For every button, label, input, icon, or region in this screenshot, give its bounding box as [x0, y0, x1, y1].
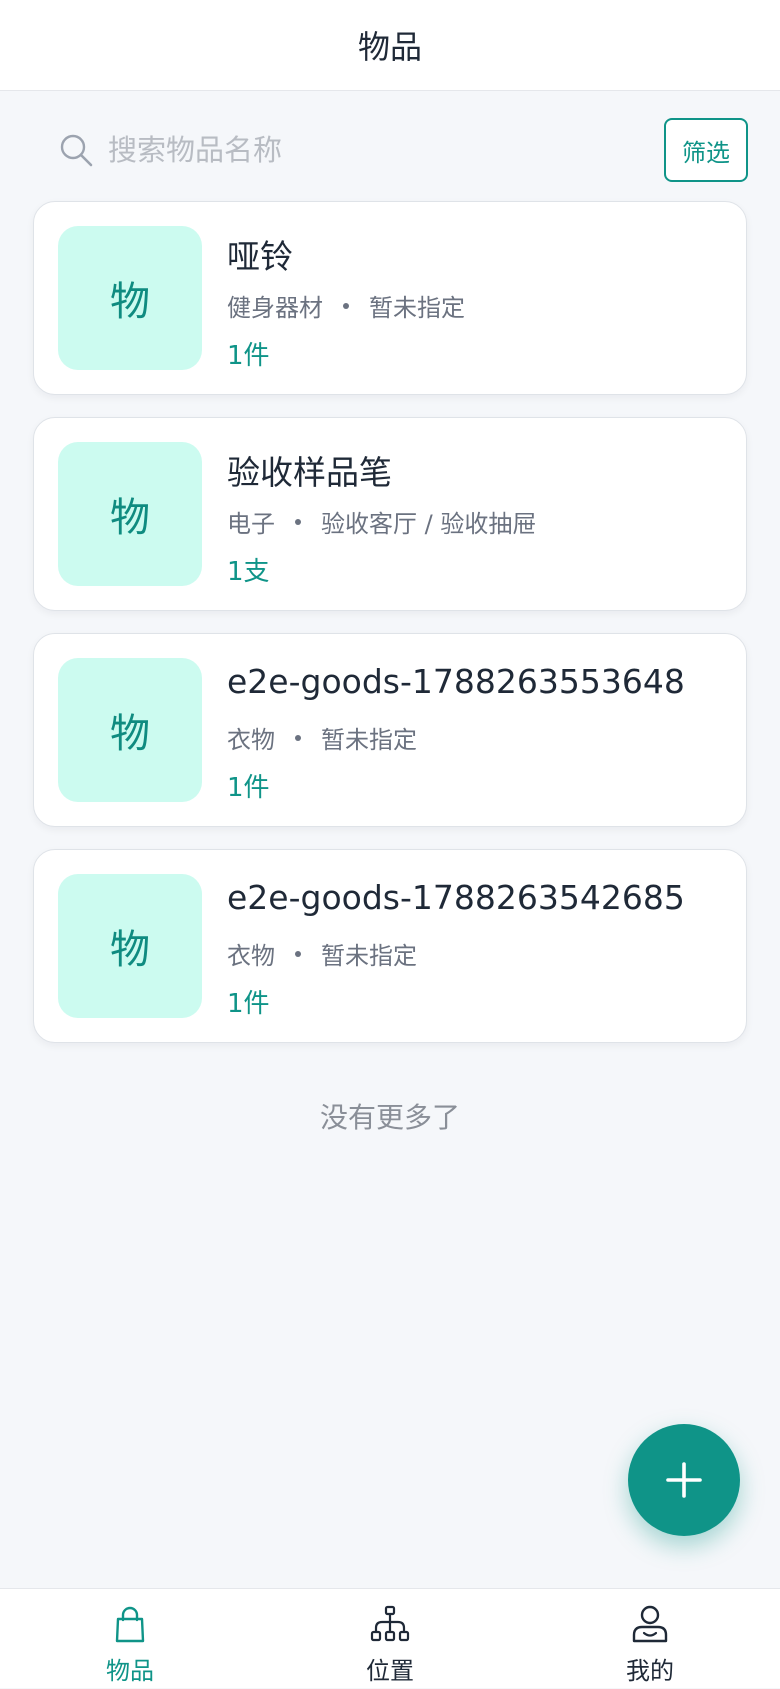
item-category: 衣物	[227, 726, 275, 754]
item-thumbnail: 物	[58, 226, 202, 370]
item-name: 哑铃	[227, 237, 293, 276]
item-list: 物 哑铃 健身器材 暂未指定 1件 物 验收样品笔 电子 验收客厅 / 验收抽屉…	[33, 201, 747, 1065]
page-title: 物品	[357, 28, 422, 66]
tab-label: 我的	[626, 1657, 674, 1685]
filter-button[interactable]: 筛选	[664, 118, 748, 182]
item-category: 电子	[227, 510, 275, 538]
list-end-text: 没有更多了	[319, 1101, 460, 1134]
hierarchy-icon	[370, 1605, 410, 1642]
item-category: 衣物	[227, 942, 275, 970]
plus-icon	[666, 1462, 702, 1498]
separator-dot	[343, 302, 349, 309]
item-quantity: 1件	[227, 989, 270, 1019]
item-thumbnail: 物	[58, 442, 202, 586]
item-thumbnail: 物	[58, 658, 202, 802]
item-location: 验收客厅 / 验收抽屉	[321, 510, 537, 538]
item-meta: 衣物 暂未指定	[227, 936, 417, 971]
item-thumbnail: 物	[58, 874, 202, 1018]
add-item-button[interactable]	[628, 1424, 740, 1536]
list-item[interactable]: 物 验收样品笔 电子 验收客厅 / 验收抽屉 1支	[33, 417, 747, 611]
item-name: 验收样品笔	[227, 453, 392, 492]
item-location: 暂未指定	[321, 726, 417, 754]
tab-profile[interactable]: 我的	[520, 1589, 780, 1689]
search-box[interactable]	[32, 118, 652, 182]
search-row: 筛选	[32, 118, 748, 182]
item-location: 暂未指定	[321, 942, 417, 970]
list-item[interactable]: 物 e2e-goods-1788263542685 衣物 暂未指定 1件	[33, 849, 747, 1043]
item-meta: 健身器材 暂未指定	[227, 288, 465, 323]
separator-dot	[295, 950, 301, 957]
item-category: 健身器材	[227, 294, 323, 322]
separator-dot	[295, 734, 301, 741]
list-item[interactable]: 物 哑铃 健身器材 暂未指定 1件	[33, 201, 747, 395]
list-item[interactable]: 物 e2e-goods-1788263553648 衣物 暂未指定 1件	[33, 633, 747, 827]
shopping-bag-icon	[115, 1606, 145, 1643]
item-name: e2e-goods-1788263553648	[227, 662, 685, 701]
tab-label: 物品	[106, 1657, 154, 1685]
search-input[interactable]	[108, 133, 628, 167]
item-quantity: 1件	[227, 341, 270, 371]
item-meta: 衣物 暂未指定	[227, 720, 417, 755]
tab-label: 位置	[366, 1657, 414, 1685]
item-name: e2e-goods-1788263542685	[227, 878, 685, 917]
item-quantity: 1件	[227, 773, 270, 803]
item-location: 暂未指定	[369, 294, 465, 322]
item-meta: 电子 验收客厅 / 验收抽屉	[227, 504, 536, 539]
item-quantity: 1支	[227, 557, 270, 587]
search-icon	[60, 134, 93, 167]
app-header: 物品	[0, 0, 780, 91]
tab-items[interactable]: 物品	[0, 1589, 260, 1689]
separator-dot	[295, 518, 301, 525]
bottom-tab-bar: 物品 位置 我的	[0, 1588, 780, 1688]
user-icon	[632, 1605, 668, 1643]
tab-locations[interactable]: 位置	[260, 1589, 520, 1689]
